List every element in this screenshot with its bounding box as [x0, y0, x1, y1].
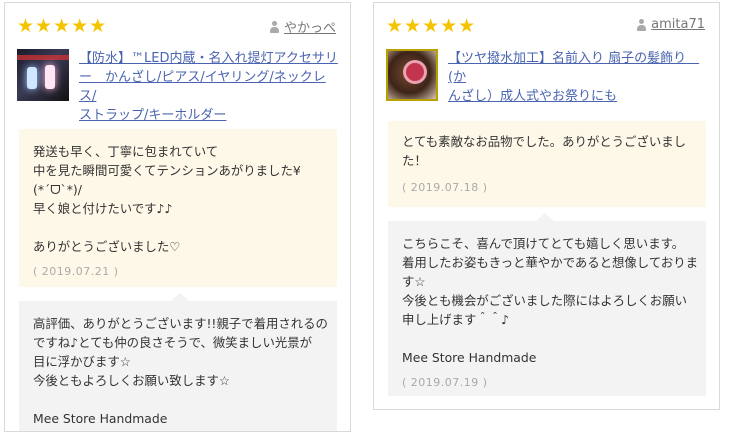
reply-signature: Mee Store Handmade	[402, 350, 537, 365]
shop-reply: 高評価、ありがとうございます!!親子で着用されるの ですね♪とても仲の良さそうで…	[19, 293, 337, 431]
reply-text-line: こちらこそ、喜んで頂けてとても嬉しく思います。	[402, 236, 685, 251]
review-comment: 発送も早く、丁寧に包まれていて 中を見た瞬間可愛くてテンションあがりました¥ (…	[19, 129, 337, 287]
product-title-line[interactable]: んざし）成人式やお祭りにも	[448, 87, 707, 106]
review-text-line: た！	[402, 153, 427, 168]
reply-signature: Mee Store Handmade	[33, 411, 168, 426]
reply-date: ( 2019.07.19 )	[402, 376, 488, 389]
rating-stars: ★★★★★	[386, 15, 477, 37]
reply-text-line: 今後とも機会がございました際にはよろしくお願い	[402, 293, 687, 308]
reply-pointer	[171, 293, 189, 301]
reply-text-line: 高評価、ありがとうございます!!親子で着用されるの	[33, 316, 328, 331]
review-card: ★★★★★ amita71 【ツヤ撥水加工】名前入り 扇子の髪飾り (か んざし…	[373, 2, 720, 410]
reply-text-line: 申し上げます＾＾♪	[402, 312, 510, 327]
product-title-line[interactable]: ストラップ/キーホルダー	[79, 106, 338, 125]
review-text-line: とても素敵なお品物でした。ありがとうございまし	[402, 134, 686, 149]
review-text-line	[33, 218, 323, 237]
reply-text-line: す☆	[402, 274, 426, 289]
product-link[interactable]: 【ツヤ撥水加工】名前入り 扇子の髪飾り (か んざし）成人式やお祭りにも	[448, 49, 707, 106]
reply-text-line	[402, 329, 692, 348]
reviewer-name[interactable]: やかっぺ	[284, 17, 336, 36]
review-text-line: 中を見た瞬間可愛くてテンションあがりました¥	[33, 163, 301, 178]
reviewer-link[interactable]: やかっぺ	[269, 17, 336, 36]
review-date: ( 2019.07.18 )	[402, 181, 488, 194]
product-title-line[interactable]: ー かんざし/ピアス/イヤリング/ネックレス/	[79, 68, 338, 106]
reply-text-line: 今後ともよろしくお願い致します☆	[33, 373, 230, 388]
user-icon	[269, 20, 280, 33]
reply-text-line: ですね♪とても仲の良さそうで、微笑ましい光景が	[33, 335, 313, 350]
review-text-line: 早く娘と付けたいです♪♪	[33, 201, 173, 216]
user-icon	[636, 18, 647, 31]
review-card: ★★★★★ やかっぺ 【防水】™LED内蔵・名入れ提灯アクセサリ ー かんざし/…	[4, 2, 351, 432]
rating-stars: ★★★★★	[17, 15, 108, 37]
review-text-line: (*ˊᗜˋ*)/	[33, 182, 82, 197]
reviewer-name[interactable]: amita71	[651, 17, 705, 32]
review-comment: とても素敵なお品物でした。ありがとうございまし た！ ( 2019.07.18 …	[388, 121, 706, 207]
review-date: ( 2019.07.21 )	[33, 265, 119, 278]
product-thumbnail[interactable]	[17, 49, 69, 101]
review-text-line: ありがとうございました♡	[33, 239, 181, 254]
product-title-line[interactable]: 【防水】™LED内蔵・名入れ提灯アクセサリ	[79, 49, 338, 68]
reply-text-line	[33, 390, 323, 409]
shop-reply: こちらこそ、喜んで頂けてとても嬉しく思います。 着用したお姿もきっと華やかである…	[388, 213, 706, 396]
reviewer-link[interactable]: amita71	[636, 17, 705, 32]
product-info: 【防水】™LED内蔵・名入れ提灯アクセサリ ー かんざし/ピアス/イヤリング/ネ…	[17, 49, 338, 125]
reply-pointer	[536, 213, 554, 221]
reply-text-line: 着用したお姿もきっと華やかであると想像しておりま	[402, 255, 699, 270]
review-text-line: 発送も早く、丁寧に包まれていて	[33, 144, 219, 159]
product-link[interactable]: 【防水】™LED内蔵・名入れ提灯アクセサリ ー かんざし/ピアス/イヤリング/ネ…	[79, 49, 338, 125]
product-info: 【ツヤ撥水加工】名前入り 扇子の髪飾り (か んざし）成人式やお祭りにも	[386, 49, 707, 106]
product-thumbnail[interactable]	[386, 49, 438, 101]
product-title-line[interactable]: 【ツヤ撥水加工】名前入り 扇子の髪飾り (か	[448, 49, 707, 87]
reply-text-line: 目に浮かびます☆	[33, 354, 131, 369]
